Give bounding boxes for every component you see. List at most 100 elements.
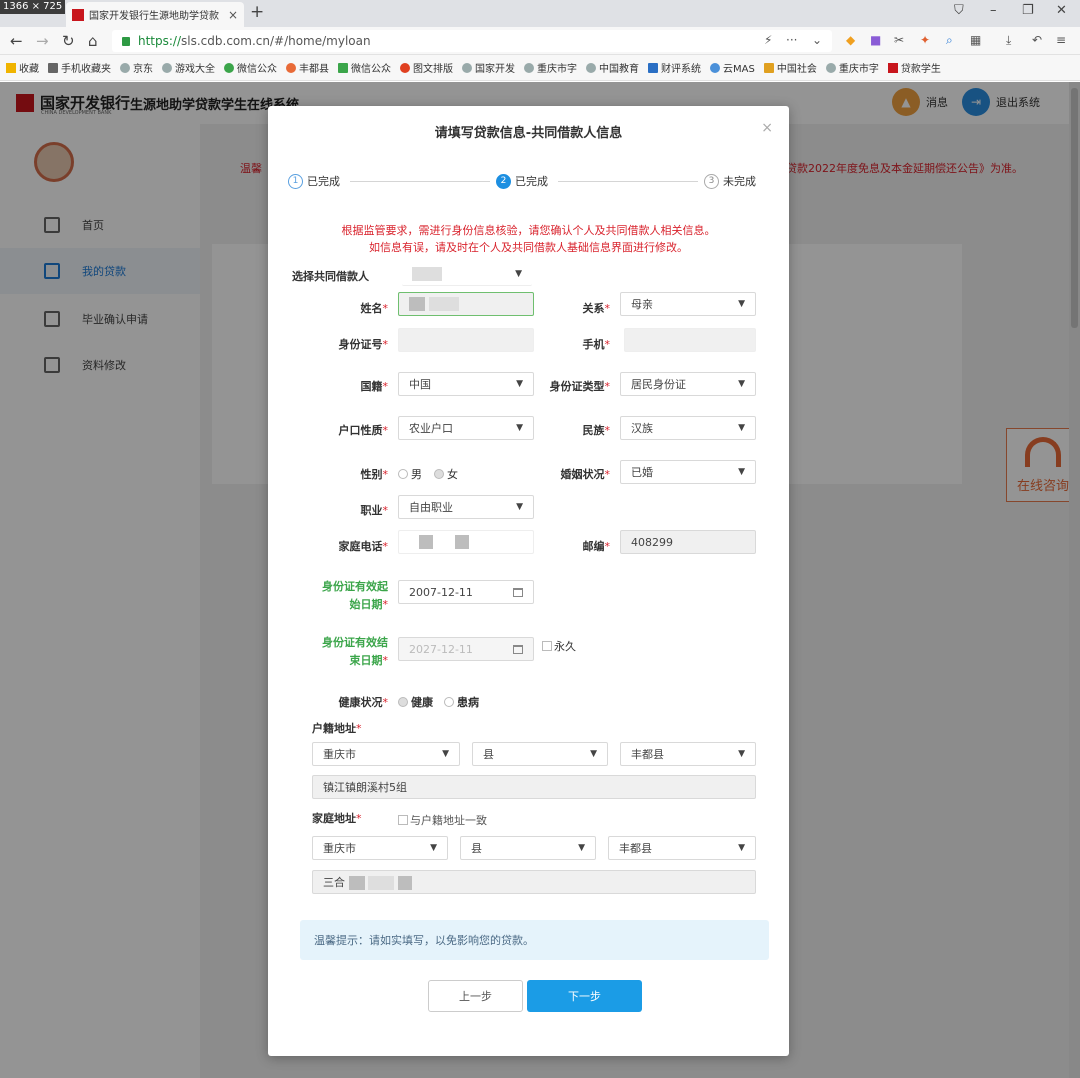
name-input[interactable]	[398, 292, 534, 316]
previous-step-button[interactable]: 上一步	[428, 980, 523, 1012]
reload-icon[interactable]: ↻	[62, 32, 75, 50]
apps-grid-icon[interactable]: ▦	[970, 33, 981, 47]
bookmark-item[interactable]: 云MAS	[710, 60, 755, 75]
home-address-label: 家庭地址*	[312, 812, 362, 825]
home-phone-label: 家庭电话*	[338, 540, 389, 553]
health-label: 健康状况*	[338, 696, 389, 709]
verification-warning: 根据监管要求，需进行身份信息核验，请您确认个人及共同借款人相关信息。 如信息有误…	[341, 224, 716, 254]
bookmark-item[interactable]: 重庆市字	[524, 60, 577, 75]
dimension-badge: 1366 × 725	[0, 0, 66, 14]
home-county-select[interactable]: 丰都县 ▼	[608, 836, 756, 860]
site-icon	[524, 62, 534, 73]
bookmark-item[interactable]: 图文排版	[400, 60, 453, 75]
bookmark-item[interactable]: 微信公众	[338, 60, 391, 75]
health-ill-radio[interactable]: 患病	[444, 694, 479, 710]
co-borrower-select[interactable]: ▼	[402, 262, 532, 286]
forward-icon[interactable]: →	[36, 32, 49, 50]
home-county-type-select[interactable]: 县 ▼	[460, 836, 596, 860]
bookmark-item[interactable]: 贷款学生	[887, 60, 941, 75]
next-step-button[interactable]: 下一步	[527, 980, 642, 1012]
name-label: 姓名*	[360, 302, 389, 315]
tab-close-icon[interactable]: ×	[228, 8, 238, 22]
close-window-icon[interactable]: ✕	[1056, 3, 1067, 18]
id-start-date-input[interactable]: 2007-12-11	[398, 580, 534, 604]
health-healthy-radio[interactable]: 健康	[398, 694, 433, 710]
shield-icon[interactable]: ◆	[846, 33, 855, 47]
reg-city-select[interactable]: 重庆市 ▼	[312, 742, 460, 766]
scissors-icon[interactable]: ✂	[894, 33, 904, 47]
co-borrower-label: 选择共同借款人	[292, 270, 369, 283]
restore-icon[interactable]: ❐	[1022, 3, 1034, 18]
site-icon	[338, 62, 348, 73]
back-icon[interactable]: ←	[10, 32, 23, 50]
bookmark-item[interactable]: 手机收藏夹	[48, 60, 111, 75]
bookmark-item[interactable]: 国家开发	[462, 60, 515, 75]
undo-icon[interactable]: ↶	[1032, 33, 1042, 47]
reg-county-select[interactable]: 丰都县 ▼	[620, 742, 756, 766]
bookmark-item[interactable]: 中国教育	[586, 60, 639, 75]
gender-male-radio[interactable]: 男	[398, 466, 422, 482]
job-select[interactable]: 自由职业 ▼	[398, 495, 534, 519]
wechat-icon	[224, 62, 234, 73]
hukou-select[interactable]: 农业户口 ▼	[398, 416, 534, 440]
url-input[interactable]: https://sls.cdb.com.cn/#/home/myloan	[112, 30, 832, 52]
gender-female-radio[interactable]: 女	[434, 466, 458, 482]
game-icon[interactable]: ✦	[920, 33, 930, 47]
browser-tab[interactable]: 国家开发银行生源地助学贷款 ×	[66, 2, 244, 27]
home-icon[interactable]: ⌂	[88, 32, 98, 50]
chevron-down-icon: ▼	[590, 749, 597, 759]
chevron-down-icon[interactable]: ⌄	[812, 33, 822, 47]
permanent-checkbox[interactable]: 永久	[542, 638, 576, 654]
globe-icon	[586, 62, 596, 73]
id-end-date-input[interactable]: 2027-12-11	[398, 637, 534, 661]
relation-label: 关系*	[582, 302, 611, 315]
id-type-select[interactable]: 居民身份证 ▼	[620, 372, 756, 396]
bookmark-item[interactable]: 重庆市字	[825, 60, 879, 75]
minimize-icon[interactable]: –	[990, 3, 997, 18]
marital-select[interactable]: 已婚 ▼	[620, 460, 756, 484]
step-line	[350, 181, 490, 182]
bookmark-item[interactable]: 丰都县	[286, 60, 329, 75]
id-type-label: 身份证类型*	[549, 380, 611, 393]
site-icon	[286, 62, 296, 73]
calendar-icon	[513, 644, 523, 654]
same-as-registered-checkbox[interactable]: 与户籍地址一致	[398, 812, 487, 828]
co-borrower-modal: 请填写贷款信息-共同借款人信息 × 1 已完成 2 已完成 3 未完成 根据监管要求，…	[268, 106, 789, 1056]
registered-address-label: 户籍地址*	[312, 722, 362, 735]
step-line	[558, 181, 698, 182]
new-tab-icon[interactable]: +	[250, 2, 264, 22]
lightning-icon[interactable]: ⚡	[764, 33, 772, 47]
close-icon[interactable]: ×	[761, 120, 773, 136]
bookmark-item[interactable]: 游戏大全	[162, 60, 215, 75]
step-3: 3 未完成	[704, 173, 756, 189]
relation-select[interactable]: 母亲 ▼	[620, 292, 756, 316]
bookmark-item[interactable]: 京东	[120, 60, 153, 75]
search-icon[interactable]: ⌕	[946, 33, 953, 48]
home-city-select[interactable]: 重庆市 ▼	[312, 836, 448, 860]
reg-county-type-select[interactable]: 县 ▼	[472, 742, 608, 766]
home-detail-input[interactable]: 三合	[312, 870, 756, 894]
browser-tab-bar: 1366 × 725 国家开发银行生源地助学贷款 × + ⛉ – ❐ ✕	[0, 0, 1080, 27]
modal-title: 请填写贷款信息-共同借款人信息	[434, 126, 623, 141]
bookmark-item[interactable]: 收藏	[6, 60, 39, 75]
bookmark-item[interactable]: 财评系统	[648, 60, 701, 75]
nationality-select[interactable]: 中国 ▼	[398, 372, 534, 396]
bookmarks-bar: 收藏 手机收藏夹 京东 游戏大全 微信公众 丰都县 微信公众 图文排版 国家开发…	[0, 55, 1080, 81]
calendar-icon	[513, 587, 523, 597]
bookmark-item[interactable]: 微信公众	[224, 60, 277, 75]
more-icon[interactable]: ···	[786, 33, 797, 47]
chevron-down-icon: ▼	[738, 379, 745, 389]
chevron-down-icon: ▼	[516, 379, 523, 389]
extension-icon[interactable]: ■	[870, 33, 881, 47]
home-phone-input[interactable]	[398, 530, 534, 554]
menu-icon[interactable]: ≡	[1056, 33, 1066, 47]
site-icon	[763, 62, 774, 73]
download-icon[interactable]: ⤓	[1006, 33, 1011, 48]
phone-input[interactable]	[624, 328, 756, 352]
ethnic-select[interactable]: 汉族 ▼	[620, 416, 756, 440]
bookmark-item[interactable]: 中国社会	[763, 60, 817, 75]
id-number-input[interactable]	[398, 328, 534, 352]
postcode-input[interactable]: 408299	[620, 530, 756, 554]
shirt-icon[interactable]: ⛉	[954, 3, 964, 18]
reg-detail-input[interactable]: 镇江镇朗溪村5组	[312, 775, 756, 799]
